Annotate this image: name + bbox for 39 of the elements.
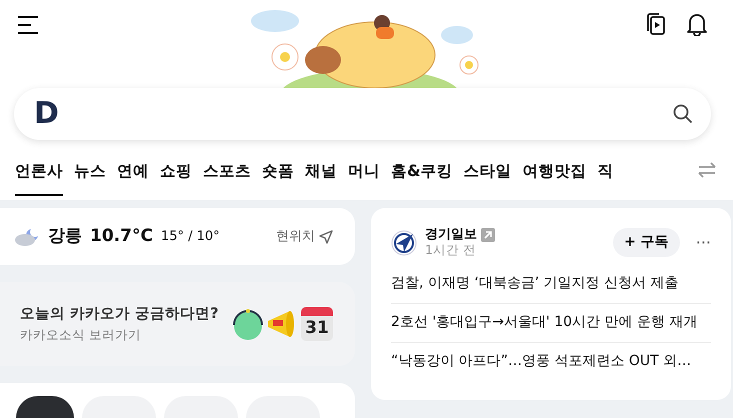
headset-character-icon	[231, 307, 265, 341]
promo-title[interactable]: 오늘의 카카오가 궁금하다면?	[20, 304, 231, 326]
more-options-button[interactable]: ···	[696, 230, 711, 255]
category-tab[interactable]: 직	[598, 144, 614, 196]
megaphone-icon	[265, 309, 297, 339]
category-tab[interactable]: 머니	[348, 144, 380, 196]
press-name[interactable]: 경기일보	[425, 228, 477, 243]
subscribe-button[interactable]: + 구독	[613, 228, 680, 258]
category-tab[interactable]: 언론사	[15, 144, 63, 196]
daum-logo[interactable]: D	[34, 99, 59, 129]
news-headline[interactable]: 2호선 '홍대입구→서울대' 10시간 만에 운행 재개	[391, 304, 711, 344]
press-logo-icon[interactable]	[391, 230, 417, 256]
category-tab[interactable]: 여행맛집	[522, 144, 587, 196]
search-field[interactable]: D	[14, 88, 711, 140]
news-headline[interactable]: “낙동강이 아프다”…영풍 석포제련소 OUT 외…	[391, 343, 711, 382]
category-tab[interactable]: 연예	[117, 144, 149, 196]
search-icon[interactable]	[673, 104, 693, 124]
temperature: 10.7°C	[90, 224, 153, 248]
news-headline[interactable]: 검찰, 이재명 ‘대북송금’ 기일지정 신청서 제출	[391, 265, 711, 304]
category-tab[interactable]: 스포츠	[203, 144, 251, 196]
weather-city: 강릉	[48, 224, 82, 248]
location-arrow-icon[interactable]	[319, 230, 333, 244]
swap-arrows-icon[interactable]	[697, 160, 717, 180]
temperature-range: 15° / 10°	[160, 228, 220, 246]
category-tab[interactable]: 홈&쿠킹	[391, 144, 453, 196]
video-cards-icon[interactable]	[646, 13, 666, 36]
category-tab[interactable]: 채널	[305, 144, 337, 196]
filter-chip[interactable]	[16, 396, 74, 418]
post-time: 1시간 전	[425, 242, 477, 258]
menu-icon[interactable]	[17, 15, 39, 35]
notification-bell-icon[interactable]	[686, 12, 708, 36]
category-tab[interactable]: 뉴스	[74, 144, 106, 196]
calendar-icon: 31	[301, 307, 333, 341]
cloudy-night-icon	[14, 226, 40, 246]
category-tab[interactable]: 쇼핑	[160, 144, 192, 196]
category-tab[interactable]: 숏폼	[262, 144, 294, 196]
location-link[interactable]: 현위치	[276, 226, 315, 246]
category-tab[interactable]: 스타일	[464, 144, 512, 196]
promo-subtitle[interactable]: 카카오소식 보러가기	[20, 326, 231, 344]
